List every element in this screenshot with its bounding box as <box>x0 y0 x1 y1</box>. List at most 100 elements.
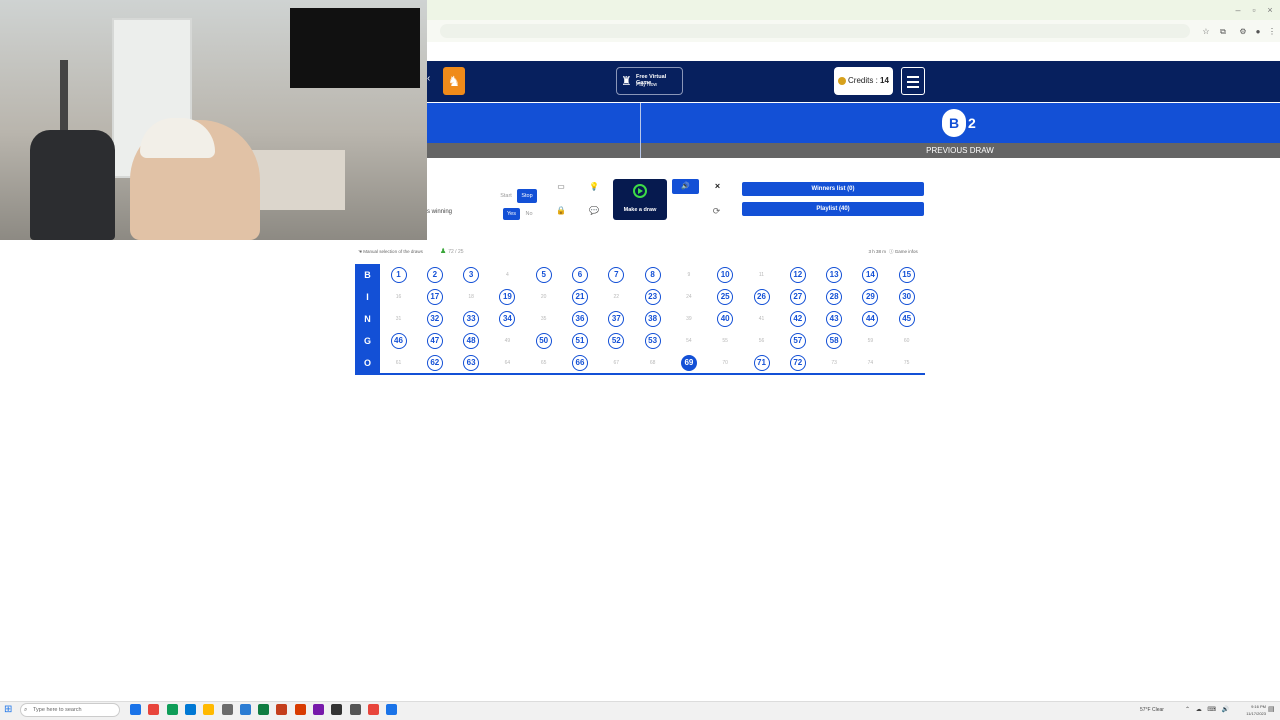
board-number[interactable]: 29 <box>862 289 879 305</box>
board-number[interactable]: 63 <box>463 355 480 371</box>
board-number[interactable]: 66 <box>572 355 588 371</box>
board-number[interactable]: 67 <box>608 355 624 371</box>
board-number[interactable]: 25 <box>717 289 734 305</box>
chat-icon[interactable]: 💬 <box>587 204 601 218</box>
refresh-icon[interactable]: ⟳ <box>709 204 724 218</box>
taskbar-app-icon[interactable] <box>258 704 270 715</box>
board-number[interactable]: 5 <box>535 267 552 283</box>
bulb-icon[interactable]: 💡 <box>587 180 601 194</box>
no-toggle[interactable]: No <box>521 208 537 220</box>
taskbar-search-input[interactable]: ⌕ Type here to search <box>20 703 120 717</box>
board-number[interactable]: 33 <box>463 311 480 327</box>
board-number[interactable]: 34 <box>499 311 516 327</box>
close-window-icon[interactable]: × <box>1264 4 1276 16</box>
nav-back-icon[interactable]: ‹ <box>427 73 435 89</box>
taskbar-app-icon[interactable] <box>221 704 233 715</box>
board-number[interactable]: 20 <box>536 289 552 305</box>
playlist-button[interactable]: Playlist (40) <box>742 202 924 216</box>
board-number[interactable]: 43 <box>826 311 843 327</box>
taskbar-app-icon[interactable] <box>203 704 215 715</box>
bookmark-star-icon[interactable]: ☆ <box>1201 27 1211 37</box>
board-number[interactable]: 27 <box>789 289 806 305</box>
weather-widget[interactable]: 57°F Clear <box>1140 704 1182 716</box>
board-number[interactable]: 48 <box>463 333 480 349</box>
taskbar-app-icon[interactable] <box>386 704 398 715</box>
taskbar-app-icon[interactable] <box>349 704 361 715</box>
board-number[interactable]: 42 <box>789 311 806 327</box>
site-logo-icon[interactable]: ♞ <box>443 67 465 95</box>
board-number[interactable]: 28 <box>826 289 843 305</box>
game-info-link[interactable]: ⓘ Game infos <box>889 247 925 256</box>
board-number[interactable]: 14 <box>862 267 879 283</box>
board-number[interactable]: 70 <box>717 355 733 371</box>
taskbar-app-icon[interactable] <box>294 704 306 715</box>
board-number[interactable]: 1 <box>390 267 407 283</box>
board-number[interactable]: 60 <box>899 333 915 349</box>
board-number[interactable]: 6 <box>572 267 588 283</box>
stop-button[interactable]: Stop <box>517 189 537 203</box>
taskbar-app-icon[interactable] <box>239 704 251 715</box>
board-number[interactable]: 40 <box>717 311 734 327</box>
board-number[interactable]: 7 <box>608 267 625 283</box>
minimize-icon[interactable]: – <box>1232 4 1244 16</box>
board-number[interactable]: 4 <box>499 267 515 283</box>
board-number[interactable]: 61 <box>391 355 407 371</box>
board-number[interactable]: 41 <box>754 311 770 327</box>
board-number[interactable]: 55 <box>717 333 733 349</box>
board-number[interactable]: 49 <box>499 333 515 349</box>
taskbar-app-icon[interactable] <box>184 704 196 715</box>
board-number[interactable]: 50 <box>535 333 552 349</box>
board-number[interactable]: 3 <box>463 267 480 283</box>
board-number[interactable]: 30 <box>898 289 915 305</box>
board-number[interactable]: 47 <box>426 333 443 349</box>
board-number[interactable]: 15 <box>898 267 915 283</box>
taskbar-app-icon[interactable] <box>148 704 160 715</box>
board-number[interactable]: 18 <box>463 289 479 305</box>
board-number[interactable]: 2 <box>426 267 443 283</box>
board-number[interactable]: 13 <box>826 267 843 283</box>
board-number[interactable]: 37 <box>608 311 625 327</box>
board-number[interactable]: 59 <box>862 333 878 349</box>
board-number[interactable]: 21 <box>572 289 588 305</box>
current-number-ball[interactable]: 69 <box>680 355 697 371</box>
board-number[interactable]: 36 <box>572 311 588 327</box>
close-icon[interactable]: × <box>710 179 725 194</box>
board-number[interactable]: 31 <box>391 311 407 327</box>
taskbar-app-icon[interactable] <box>276 704 288 715</box>
board-number[interactable]: 68 <box>645 355 661 371</box>
board-number[interactable]: 72 <box>789 355 806 371</box>
board-number[interactable]: 45 <box>898 311 915 327</box>
yes-toggle[interactable]: Yes <box>503 208 520 220</box>
board-number[interactable]: 38 <box>644 311 661 327</box>
board-number[interactable]: 11 <box>754 267 770 283</box>
board-number[interactable]: 8 <box>644 267 661 283</box>
board-number[interactable]: 53 <box>644 333 661 349</box>
taskbar-app-icon[interactable] <box>367 704 379 715</box>
board-number[interactable]: 39 <box>681 311 697 327</box>
board-number[interactable]: 26 <box>753 289 770 305</box>
board-number[interactable]: 65 <box>536 355 552 371</box>
board-number[interactable]: 57 <box>789 333 806 349</box>
hamburger-menu-button[interactable] <box>901 67 925 95</box>
board-number[interactable]: 12 <box>789 267 806 283</box>
credits-badge[interactable]: Credits : 14 <box>834 67 893 95</box>
profile-avatar-icon[interactable]: ● <box>1253 27 1263 37</box>
board-number[interactable]: 73 <box>826 355 842 371</box>
board-number[interactable]: 62 <box>426 355 443 371</box>
board-number[interactable]: 44 <box>862 311 879 327</box>
board-number[interactable]: 51 <box>572 333 588 349</box>
taskbar-app-icon[interactable] <box>313 704 324 715</box>
notification-icon[interactable]: ▤ <box>1268 704 1278 716</box>
board-number[interactable]: 75 <box>899 355 915 371</box>
winners-list-button[interactable]: Winners list (0) <box>742 182 924 196</box>
taskbar-clock[interactable]: 9:16 PM 11/17/2023 <box>1236 703 1266 717</box>
board-number[interactable]: 9 <box>681 267 697 283</box>
maximize-icon[interactable]: ▫ <box>1248 4 1260 16</box>
start-button[interactable]: Start <box>496 189 516 203</box>
address-bar[interactable] <box>440 24 1190 38</box>
board-number[interactable]: 64 <box>499 355 515 371</box>
settings-icon[interactable]: ⚙ <box>1238 27 1248 37</box>
board-number[interactable]: 10 <box>717 267 734 283</box>
monitor-icon[interactable]: ▭ <box>554 180 568 194</box>
taskbar-app-icon[interactable] <box>130 704 141 715</box>
